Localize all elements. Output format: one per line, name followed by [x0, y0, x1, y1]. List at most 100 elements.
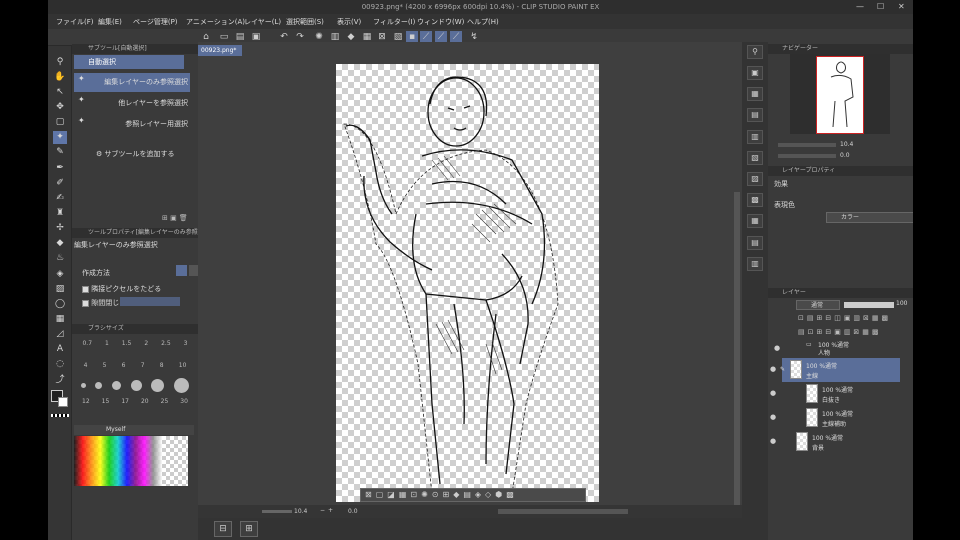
close-gap-option[interactable]: 隙間閉じ	[82, 298, 119, 308]
zoom-value[interactable]: 10.4	[294, 508, 307, 515]
eye-icon[interactable]: ●	[774, 344, 780, 352]
navigator-zoom[interactable]: 10.4	[840, 141, 853, 148]
close-button[interactable]: ✕	[898, 2, 905, 11]
airbrush-tool-icon[interactable]: ♜	[53, 207, 67, 220]
menu-animation[interactable]: アニメーション(A)	[186, 17, 245, 27]
animation-icon[interactable]: ▨	[747, 172, 763, 186]
layer-row-background[interactable]: ● 100 %通常 背景	[770, 430, 900, 454]
navigator-icon[interactable]: ⚲	[747, 45, 763, 59]
eye-icon[interactable]: ●	[770, 389, 776, 397]
info-icon[interactable]: ▦	[747, 87, 763, 101]
angle-value[interactable]: 0.0	[348, 508, 358, 515]
add-subtool-button[interactable]: ⚙ サブツールを追加する	[96, 149, 175, 159]
subtool-footer-icons[interactable]: ⊞ ▣ 🗑	[162, 214, 188, 222]
zoom-tool-icon[interactable]: ⚲	[53, 56, 67, 69]
layer-action-icons[interactable]: ▤⊡⊞⊟▣▥⊠▦▩	[798, 328, 882, 336]
auto-select-tool-icon[interactable]: ✦	[53, 131, 67, 144]
horizontal-scrollbar[interactable]	[498, 509, 628, 514]
subtool-item-edit-layer[interactable]: ✦ 編集レイヤーのみ参照選択	[74, 73, 190, 92]
zoom-out-icon[interactable]: −	[320, 507, 325, 514]
move-layer-icon[interactable]: ✥	[53, 101, 67, 114]
mode-add-button[interactable]	[189, 265, 198, 276]
layer-search-icon[interactable]: ▧	[747, 151, 763, 165]
figure-tool-icon[interactable]: ◯	[53, 298, 67, 311]
eye-icon[interactable]: ●	[770, 437, 776, 445]
correct-line-tool-icon[interactable]: ⤴	[53, 374, 67, 387]
color-set-palette[interactable]	[74, 436, 188, 486]
brush-size-grid[interactable]: 0.7 1 1.5 2 2.5 3 4 5 6 7 8 10 12 15 17 20 25 30	[76, 334, 194, 408]
express-color-select[interactable]: カラー	[826, 212, 913, 223]
brush-tool-icon[interactable]: ✍	[53, 192, 67, 205]
subtool-group-tab[interactable]: 自動選択	[74, 55, 184, 69]
history-icon[interactable]: ▥	[747, 130, 763, 144]
opacity-slider[interactable]	[844, 302, 894, 308]
subtool-item-other-layer[interactable]: ✦ 他レイヤーを参照選択	[74, 94, 190, 113]
layer-row-main-line[interactable]: ● ✎ 100 %通常 主線	[770, 358, 900, 382]
operation-tool-icon[interactable]: ↖	[53, 86, 67, 99]
fill-tool-icon[interactable]: ◈	[53, 268, 67, 281]
pencil-tool-icon[interactable]: ✐	[53, 177, 67, 190]
blend-mode-select[interactable]: 通常	[796, 300, 840, 310]
layer-row-white[interactable]: ● 100 %通常 白抜き	[770, 382, 900, 406]
opacity-value[interactable]: 100	[896, 300, 907, 307]
transparent-color-icon[interactable]	[51, 414, 69, 417]
layer-row-line-aux[interactable]: ● 100 %通常 主線補助	[770, 406, 900, 430]
menu-filter[interactable]: フィルター(I)	[373, 17, 415, 27]
hand-tool-icon[interactable]: ✋	[53, 71, 67, 84]
eye-icon[interactable]: ●	[770, 365, 776, 373]
ruler-tool-icon[interactable]: ◿	[53, 328, 67, 341]
navigator-preview[interactable]	[790, 54, 890, 134]
color-set-selector[interactable]: Myself	[74, 425, 194, 435]
eyedropper-icon[interactable]: ✎	[53, 146, 67, 159]
pen-tool-icon[interactable]: ✒	[53, 162, 67, 175]
menu-layer[interactable]: レイヤー(L)	[244, 17, 281, 27]
balloon-tool-icon[interactable]: ◌	[53, 358, 67, 371]
frame-tool-icon[interactable]: ▦	[53, 313, 67, 326]
eye-icon[interactable]: ●	[770, 413, 776, 421]
menu-file[interactable]: ファイル(F)	[56, 17, 94, 27]
canvas-paper[interactable]	[336, 64, 599, 502]
color-swatches[interactable]	[74, 436, 162, 486]
navigator-zoom-slider[interactable]	[778, 143, 836, 147]
sub-view-icon[interactable]: ▣	[747, 66, 763, 80]
mode-new-button[interactable]	[176, 265, 187, 276]
navigator-viewport[interactable]	[816, 56, 864, 134]
gradient-tool-icon[interactable]: ▨	[53, 283, 67, 296]
material-icon[interactable]: ▤	[747, 108, 763, 122]
navigator-angle[interactable]: 0.0	[840, 152, 850, 159]
blend-tool-icon[interactable]: ♨	[53, 252, 67, 265]
menu-edit[interactable]: 編集(E)	[98, 17, 122, 27]
sub-color-swatch[interactable]	[58, 397, 68, 407]
gap-level-slider[interactable]	[120, 297, 180, 306]
menu-view[interactable]: 表示(V)	[337, 17, 361, 27]
layer-name: 主線補助	[822, 421, 847, 428]
layer-row-folder[interactable]: ● ▭ 100 %通常 人物	[774, 340, 913, 357]
launcher-icons[interactable]: ⊠▢◪▦⊡✺⊙⊞◆▤◈◇⬢▩	[365, 490, 518, 499]
text-tool-icon[interactable]: A	[53, 343, 67, 356]
selection-tool-icon[interactable]: ▢	[53, 116, 67, 129]
decoration-tool-icon[interactable]: ✢	[53, 222, 67, 235]
menu-page[interactable]: ページ管理(P)	[133, 17, 178, 27]
document-tab[interactable]: 00923.png*	[198, 45, 242, 56]
canvas-area[interactable]: 00923.png* ⊠▢◪▦⊡✺⊙⊞◆▤◈◇⬢▩	[198, 42, 742, 540]
layer-toolbar-icons[interactable]: ⊡▤⊞⊟◫▣▥⊠▦▩	[798, 314, 891, 322]
navigator-angle-slider[interactable]	[778, 154, 836, 158]
menu-window[interactable]: ウィンドウ(W)	[417, 17, 464, 27]
follow-adjacent-option[interactable]: 隣接ピクセルをたどる	[82, 284, 161, 294]
quick-access-icon[interactable]: ▥	[747, 257, 763, 271]
minimize-button[interactable]: —	[856, 2, 864, 11]
maximize-button[interactable]: ☐	[877, 2, 884, 11]
auto-action-icon[interactable]: ▩	[747, 193, 763, 207]
vertical-scrollbar[interactable]	[734, 192, 740, 540]
zoom-slider[interactable]	[262, 510, 292, 513]
frame-icon[interactable]: ⊞	[240, 521, 258, 537]
selection-launcher[interactable]: ⊠▢◪▦⊡✺⊙⊞◆▤◈◇⬢▩	[360, 488, 586, 502]
pages-icon[interactable]: ▤	[747, 236, 763, 250]
zoom-in-icon[interactable]: +	[328, 507, 333, 514]
menu-selection[interactable]: 選択範囲(S)	[286, 17, 324, 27]
menu-help[interactable]: ヘルプ(H)	[467, 17, 499, 27]
eraser-tool-icon[interactable]: ◆	[53, 237, 67, 250]
timeline-icon[interactable]: ⊟	[214, 521, 232, 537]
subtool-item-reference-layer[interactable]: ✦ 参照レイヤー用選択	[74, 115, 190, 134]
item-bank-icon[interactable]: ▦	[747, 214, 763, 228]
